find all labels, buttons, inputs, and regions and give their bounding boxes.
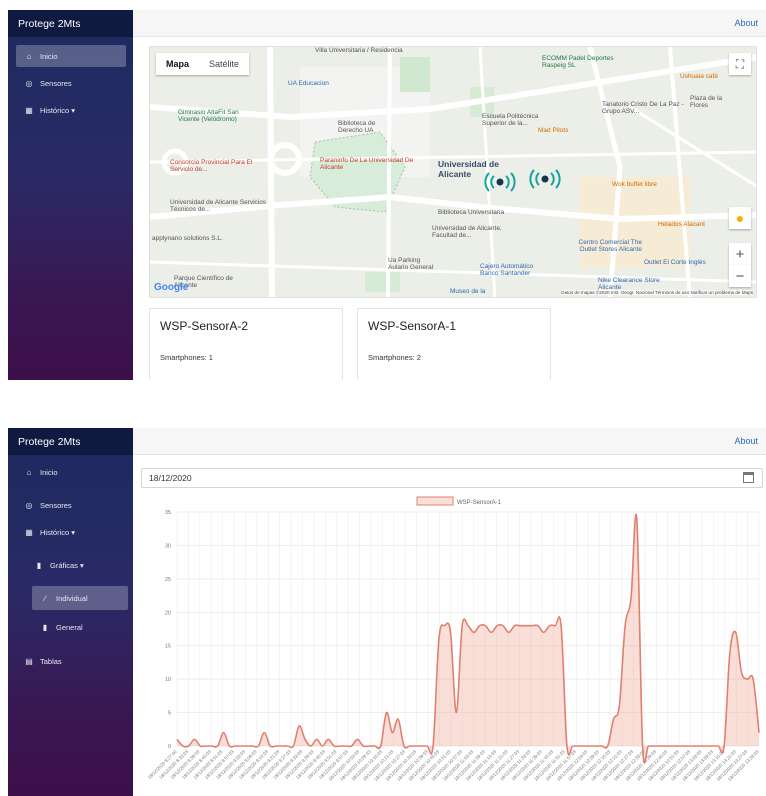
graficas-individual-view: Protege 2Mts ⌂ Inicio ◎ Sensores ▦ Histó… xyxy=(0,428,766,796)
map-poi-label[interactable]: Tanatorio Cristo De La Paz - Grupo ASV..… xyxy=(602,101,688,115)
history-icon: ▦ xyxy=(25,527,33,537)
legend-label: WSP-SensorA-1 xyxy=(457,500,502,506)
sidebar: Protege 2Mts ⌂ Inicio ◎ Sensores ▦ Histó… xyxy=(8,428,133,796)
zoom-in-button[interactable]: + xyxy=(729,243,751,265)
map-poi-label[interactable]: applynano solutions S.L. xyxy=(152,235,223,242)
sidebar-item-label: Sensores xyxy=(40,500,72,510)
map-poi-label[interactable]: Museo de la xyxy=(450,288,485,295)
map-poi-label[interactable]: Escuela Politécnica Superior de la... xyxy=(482,113,564,127)
sidebar-item-label: General xyxy=(56,622,83,632)
sidebar-item-label: Histórico ▾ xyxy=(40,105,76,115)
y-tick-label: 30 xyxy=(165,543,171,549)
sidebar-item-historico[interactable]: ▦ Histórico ▾ xyxy=(16,99,126,121)
map-poi-label[interactable]: Biblioteca Universitaria xyxy=(438,209,504,216)
top-bar: About xyxy=(133,10,766,37)
map-poi-label[interactable]: Universidad de Alicante, Facultad de... xyxy=(432,225,522,239)
sensor-card[interactable]: WSP-SensorA-1 Smartphones: 2 xyxy=(357,308,551,380)
bar-chart-icon: ▮ xyxy=(36,560,42,570)
sidebar-item-label: Histórico ▾ xyxy=(40,527,76,537)
top-bar: About xyxy=(133,428,766,455)
map-poi-label[interactable]: Ua Parking Aulario General xyxy=(388,257,436,271)
sidebar-item-inicio[interactable]: ⌂ Inicio xyxy=(16,45,126,67)
sidebar-item-inicio[interactable]: ⌂ Inicio xyxy=(16,461,126,483)
date-value: 18/12/2020 xyxy=(149,473,192,483)
history-icon: ▦ xyxy=(25,105,33,115)
map-poi-label[interactable]: Gimnasio AltaFit San Vicente (Velódromo) xyxy=(178,109,256,123)
sensor-line-chart: WSP-SensorA-1 18/12/2020 8:27:40 18/12/202… xyxy=(141,492,763,796)
y-tick-label: 15 xyxy=(165,644,171,650)
sensor-marker-icon[interactable] xyxy=(483,171,517,193)
sensor-marker-icon[interactable] xyxy=(528,168,562,190)
brand-title[interactable]: Protege 2Mts xyxy=(8,10,133,37)
sensor-icon: ◎ xyxy=(25,78,33,88)
sidebar: Protege 2Mts ⌂ Inicio ◎ Sensores ▦ Histó… xyxy=(8,10,133,380)
map-type-tabs: Mapa Satélite xyxy=(156,53,250,75)
map-attribution[interactable]: Datos de mapas ©2020 Inst. Geogr. Nacion… xyxy=(561,290,753,295)
table-icon: ▤ xyxy=(25,656,33,666)
home-icon: ⌂ xyxy=(26,467,32,477)
inicio-view: Protege 2Mts ⌂ Inicio ◎ Sensores ▦ Histó… xyxy=(0,0,766,380)
sidebar-item-tablas[interactable]: ▤ Tablas xyxy=(16,650,126,672)
sidebar-item-label: Tablas xyxy=(40,656,62,666)
sensor-card-count: Smartphones: 1 xyxy=(160,353,213,362)
y-tick-label: 5 xyxy=(168,711,171,717)
brand-title[interactable]: Protege 2Mts xyxy=(8,428,133,455)
map-poi-label[interactable]: Cajero Automático Banco Santander xyxy=(480,263,550,277)
line-chart-icon: ∕ xyxy=(44,593,46,603)
street-view-icon[interactable]: ● xyxy=(729,207,751,229)
sensor-card-count: Smartphones: 2 xyxy=(368,353,421,362)
sidebar-item-label: Individual xyxy=(56,593,88,603)
series-area xyxy=(177,514,759,763)
sidebar-item-label: Inicio xyxy=(40,51,58,61)
date-picker-input[interactable]: 18/12/2020 xyxy=(141,468,763,488)
map-tab-mapa[interactable]: Mapa xyxy=(156,53,199,75)
map-poi-label[interactable]: Paraninfo De La Universidad De Alicante xyxy=(320,157,415,171)
zoom-out-button[interactable]: − xyxy=(729,265,751,287)
sensor-card[interactable]: WSP-SensorA-2 Smartphones: 1 xyxy=(149,308,343,380)
sidebar-item-general[interactable]: ▮ General xyxy=(32,616,128,638)
map-poi-label[interactable]: Villa Universitaria / Residencia xyxy=(315,47,403,54)
map-poi-label[interactable]: Ushuaia café xyxy=(680,73,718,80)
bar-chart-icon: ▮ xyxy=(42,622,48,632)
fullscreen-icon[interactable]: ⛶ xyxy=(729,53,751,75)
chart-canvas: WSP-SensorA-118/12/2020 8:27:4018/12/202… xyxy=(147,496,760,782)
map-poi-label[interactable]: ECOMM Padel Deportes Raspeig SL xyxy=(542,55,614,69)
map-poi-label[interactable]: Centro Comercial The Outlet Stores Alica… xyxy=(562,239,642,253)
map-poi-label[interactable]: UA Educacion xyxy=(288,80,329,87)
y-tick-label: 35 xyxy=(165,510,171,516)
map-poi-label[interactable]: Biblioteca de Derecho UA xyxy=(338,120,396,134)
sidebar-item-label: Sensores xyxy=(40,78,72,88)
y-tick-label: 25 xyxy=(165,577,171,583)
sensor-card-title: WSP-SensorA-2 xyxy=(160,319,249,333)
sidebar-item-sensores[interactable]: ◎ Sensores xyxy=(16,72,126,94)
sidebar-item-sensores[interactable]: ◎ Sensores xyxy=(16,494,126,516)
map[interactable]: Mapa Satélite Villa Universitaria / Resi… xyxy=(149,46,757,298)
legend-swatch xyxy=(416,496,454,506)
map-poi-label[interactable]: Consorcio Provincial Para El Servicio de… xyxy=(170,159,260,173)
sidebar-item-label: Gráficas ▾ xyxy=(50,560,84,570)
map-poi-label[interactable]: Universidad de Alicante Servicios Técnic… xyxy=(170,199,270,213)
y-tick-label: 10 xyxy=(165,677,171,683)
y-tick-label: 0 xyxy=(168,744,171,750)
sidebar-item-individual[interactable]: ∕ Individual xyxy=(32,586,128,610)
about-link[interactable]: About xyxy=(734,18,758,28)
map-poi-label[interactable]: Wok buffet libre xyxy=(612,181,657,188)
calendar-icon[interactable] xyxy=(743,472,754,483)
map-poi-label[interactable]: Helados Alacant xyxy=(658,221,705,228)
map-poi-label[interactable]: Plaza de la Flores xyxy=(690,95,730,109)
y-tick-label: 20 xyxy=(165,610,171,616)
map-poi-label[interactable]: Mad Pilots xyxy=(538,127,568,134)
google-logo[interactable]: Google xyxy=(154,282,188,293)
map-poi-label[interactable]: Nike Clearance Store Alicante xyxy=(598,277,660,291)
map-poi-label[interactable]: Outlet El Corte Inglés xyxy=(644,259,706,266)
sensor-card-title: WSP-SensorA-1 xyxy=(368,319,457,333)
about-link[interactable]: About xyxy=(734,436,758,446)
sidebar-item-historico[interactable]: ▦ Histórico ▾ xyxy=(16,521,126,543)
home-icon: ⌂ xyxy=(26,51,32,61)
sidebar-item-graficas[interactable]: ▮ Gráficas ▾ xyxy=(26,554,126,576)
sidebar-item-label: Inicio xyxy=(40,467,58,477)
map-tab-satelite[interactable]: Satélite xyxy=(199,53,249,75)
sensor-icon: ◎ xyxy=(25,500,33,510)
